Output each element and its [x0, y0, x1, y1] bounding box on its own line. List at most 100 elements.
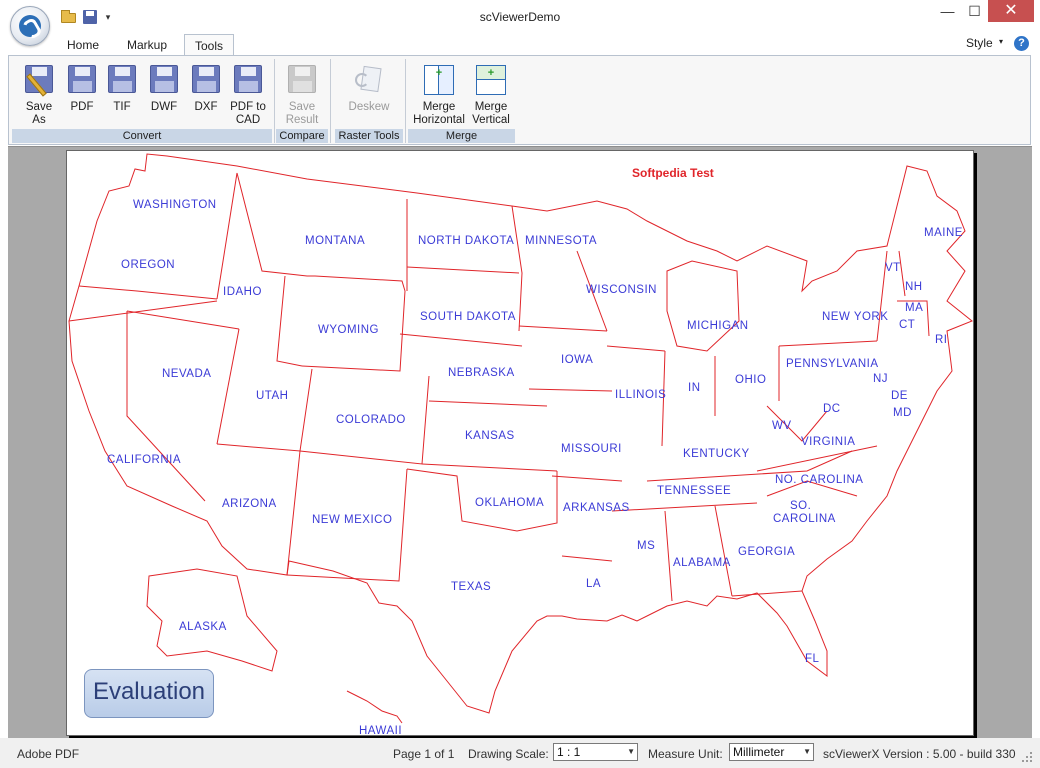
border-va-nc	[756, 445, 878, 472]
floppy-disk-icon	[288, 65, 316, 93]
ribbon-separator	[330, 59, 331, 143]
state-label-south-dakota: SOUTH DAKOTA	[420, 311, 516, 323]
save-as-label-2: As	[32, 114, 46, 126]
pdf-to-cad-label-2: CAD	[235, 114, 261, 126]
merge-vertical-label-1: Merge	[474, 101, 508, 113]
state-label-montana: MONTANA	[305, 235, 365, 247]
state-label-vt: VT	[885, 262, 901, 274]
state-label-ma: MA	[905, 302, 923, 314]
floppy-disk-icon	[150, 65, 178, 93]
minimize-button[interactable]: —	[934, 0, 961, 22]
maximize-button[interactable]: ☐	[961, 0, 988, 22]
pdf-button[interactable]: PDF	[62, 61, 102, 127]
pdf-to-cad-button[interactable]: PDF to CAD	[226, 61, 270, 127]
ribbon-group-merge: + Merge Horizontal + Merge Vertical Merge	[408, 59, 515, 143]
floppy-disk-icon	[234, 65, 262, 93]
tif-button[interactable]: TIF	[102, 61, 142, 127]
help-icon[interactable]: ?	[1014, 36, 1029, 51]
floppy-disk-icon	[68, 65, 96, 93]
state-label-hawaii: HAWAII	[359, 725, 402, 735]
border-id-mt	[236, 172, 315, 277]
border-al-ga	[714, 505, 733, 597]
state-label-nevada: NEVADA	[162, 368, 211, 380]
border-tn-ms	[611, 502, 758, 512]
border-ms-al	[664, 510, 673, 602]
border-ar-la	[561, 555, 613, 562]
drawing-scale-label: Drawing Scale:	[468, 747, 549, 761]
softpedia-watermark: Softpedia Test	[632, 166, 714, 180]
merge-horizontal-label-1: Merge	[422, 101, 456, 113]
dwf-button[interactable]: DWF	[144, 61, 184, 127]
border-ut-az	[216, 368, 313, 452]
close-button[interactable]: ✕	[988, 0, 1034, 22]
drawing-scale-select[interactable]: 1 : 1 ▼	[553, 743, 638, 761]
group-label-raster-tools: Raster Tools	[335, 129, 403, 143]
merge-vertical-button[interactable]: + Merge Vertical	[468, 61, 514, 127]
save-as-button[interactable]: Save As	[16, 61, 62, 127]
drawing-scale-value: 1 : 1	[557, 745, 581, 759]
state-label-oregon: OREGON	[121, 259, 175, 271]
state-label-dc: DC	[823, 403, 841, 415]
document-page[interactable]: Softpedia Test WASHINGTON OREGON CALIFOR…	[66, 150, 974, 736]
tab-home[interactable]: Home	[60, 34, 106, 56]
border-wa-or	[78, 285, 218, 300]
app-menu-button[interactable]	[10, 6, 50, 46]
resize-grip-icon[interactable]	[1020, 750, 1034, 764]
save-result-label-1: Save	[288, 101, 316, 113]
save-result-button[interactable]: Save Result	[279, 61, 325, 127]
state-label-nh: NH	[905, 281, 923, 293]
border-nd-sd	[406, 266, 520, 274]
state-label-idaho: IDAHO	[223, 286, 262, 298]
merge-vertical-icon: +	[476, 65, 506, 95]
state-label-iowa: IOWA	[561, 354, 593, 366]
dxf-label: DXF	[194, 101, 218, 113]
dxf-button[interactable]: DXF	[186, 61, 226, 127]
border-or-ca	[68, 300, 218, 322]
state-label-missouri: MISSOURI	[561, 443, 622, 455]
state-label-nj: NJ	[873, 373, 888, 385]
state-label-north-dakota: NORTH DAKOTA	[418, 235, 514, 247]
measure-unit-select[interactable]: Millimeter ▼	[729, 743, 814, 761]
file-type-status: Adobe PDF	[17, 747, 80, 761]
state-label-kentucky: KENTUCKY	[683, 448, 750, 460]
measure-unit-value: Millimeter	[733, 745, 785, 759]
chevron-down-icon: ▼	[627, 747, 635, 756]
ribbon-tab-row: Home Markup Tools Style ▾ ?	[0, 34, 1040, 56]
save-as-label-1: Save	[25, 101, 53, 113]
state-label-alabama: ALABAMA	[673, 557, 731, 569]
floppy-disk-icon	[192, 65, 220, 93]
merge-horizontal-button[interactable]: + Merge Horizontal	[410, 61, 468, 127]
style-menu[interactable]: Style	[966, 36, 993, 50]
border-sd-ne	[399, 333, 523, 347]
state-label-new-york: NEW YORK	[822, 311, 888, 323]
border-nv-ut	[216, 328, 240, 445]
state-label-md: MD	[893, 407, 912, 419]
border-az-nm	[286, 450, 301, 576]
state-label-ohio: OHIO	[735, 374, 766, 386]
chevron-down-icon[interactable]: ▾	[999, 37, 1003, 46]
state-label-wyoming: WYOMING	[318, 324, 379, 336]
floppy-disk-icon	[108, 65, 136, 93]
document-viewport[interactable]: Softpedia Test WASHINGTON OREGON CALIFOR…	[8, 146, 1032, 738]
window-title: scViewerDemo	[479, 10, 561, 24]
state-label-so-carolina-2: CAROLINA	[773, 513, 836, 525]
group-label-convert: Convert	[12, 129, 272, 143]
state-label-fl: FL	[805, 653, 820, 665]
state-label-minnesota: MINNESOTA	[525, 235, 597, 247]
evaluation-badge: Evaluation	[84, 669, 214, 718]
version-status: scViewerX Version : 5.00 - build 330	[823, 747, 1016, 761]
save-as-icon	[25, 65, 53, 97]
save-result-label-2: Result	[285, 114, 319, 126]
tab-tools[interactable]: Tools	[184, 34, 234, 56]
pdf-to-cad-label-1: PDF to	[230, 101, 266, 113]
pdf-label: PDF	[70, 101, 94, 113]
app-logo-icon	[19, 15, 41, 37]
border-wi-il	[606, 345, 666, 352]
border-ne-ks	[428, 400, 548, 407]
state-label-illinois: ILLINOIS	[615, 389, 666, 401]
border-ca-nv	[126, 311, 206, 502]
tab-markup[interactable]: Markup	[116, 34, 178, 56]
deskew-button[interactable]: Deskew	[339, 61, 399, 127]
state-label-pennsylvania: PENNSYLVANIA	[786, 358, 879, 370]
border-mi-outline	[666, 260, 740, 352]
